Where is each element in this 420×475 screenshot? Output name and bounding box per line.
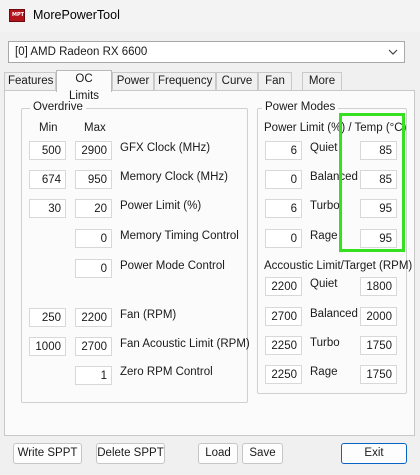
acoustic-quiet-target-input[interactable]: 1800 [360,277,397,296]
gpu-select[interactable]: [0] AMD Radeon RX 6600 [8,41,405,63]
tab-frequency[interactable]: Frequency [154,72,216,91]
acoustic-quiet-limit-input[interactable]: 2200 [265,277,302,296]
memory-clock-min-input[interactable]: 674 [29,170,66,189]
gpu-select-value: [0] AMD Radeon RX 6600 [15,46,148,58]
fan-acoustic-limit-label: Fan Acoustic Limit (RPM) [120,338,250,350]
power-mode-control-input[interactable]: 0 [75,259,112,278]
power-mode-control-label: Power Mode Control [120,260,225,272]
fan-rpm-label: Fan (RPM) [120,309,177,321]
power-limit-label: Power Limit (%) [120,200,202,212]
acoustic-turbo-label: Turbo [310,337,340,349]
acoustic-rage-target-input[interactable]: 1750 [360,365,397,384]
gfx-clock-label: GFX Clock (MHz) [120,142,211,154]
zero-rpm-control-label: Zero RPM Control [120,366,213,378]
max-header: Max [84,122,106,134]
tab-more[interactable]: More [302,72,342,91]
quiet-power-input[interactable]: 6 [265,141,302,160]
acoustic-turbo-target-input[interactable]: 1750 [360,336,397,355]
power-limit-min-input[interactable]: 30 [29,199,66,218]
rage-label: Rage [310,230,338,242]
power-modes-title: Power Modes [262,101,339,113]
memory-clock-label: Memory Clock (MHz) [120,171,228,183]
exit-button[interactable]: Exit [341,443,407,464]
tab-curve[interactable]: Curve [216,72,258,91]
delete-sppt-button[interactable]: Delete SPPT [96,443,165,464]
chevron-down-icon [388,49,398,55]
zero-rpm-control-input[interactable]: 1 [75,366,112,385]
write-sppt-button[interactable]: Write SPPT [13,443,82,464]
tab-oc-limits[interactable]: OC Limits [56,70,112,102]
memory-clock-max-input[interactable]: 950 [75,170,112,189]
gfx-clock-max-input[interactable]: 2900 [75,141,112,160]
rage-power-input[interactable]: 0 [265,229,302,248]
acoustic-balanced-target-input[interactable]: 2000 [360,307,397,326]
window-title: MorePowerTool [33,8,120,22]
load-button[interactable]: Load [198,443,238,464]
acoustic-rage-label: Rage [310,366,338,378]
acoustic-balanced-label: Balanced [310,308,358,320]
fan-rpm-max-input[interactable]: 2200 [75,308,112,327]
tab-features[interactable]: Features [4,72,56,91]
app-logo-icon: MPT [9,9,25,22]
acoustic-balanced-limit-input[interactable]: 2700 [265,307,302,326]
power-limit-max-input[interactable]: 20 [75,199,112,218]
turbo-power-input[interactable]: 6 [265,199,302,218]
quiet-label: Quiet [310,142,338,154]
fan-acoustic-limit-min-input[interactable]: 1000 [29,337,66,356]
fan-rpm-min-input[interactable]: 250 [29,308,66,327]
tab-fan[interactable]: Fan [258,72,292,91]
acoustic-quiet-label: Quiet [310,278,338,290]
temp-column-highlight [339,113,405,252]
min-header: Min [39,122,58,134]
gfx-clock-min-input[interactable]: 500 [29,141,66,160]
memory-timing-control-input[interactable]: 0 [75,229,112,248]
tab-power[interactable]: Power [112,72,154,91]
save-button[interactable]: Save [242,443,283,464]
balanced-power-input[interactable]: 0 [265,170,302,189]
turbo-label: Turbo [310,200,340,212]
acoustic-turbo-limit-input[interactable]: 2250 [265,336,302,355]
tab-bar: Features OC Limits Power Frequency Curve… [0,70,420,102]
title-bar: MPT MorePowerTool [0,0,420,32]
memory-timing-control-label: Memory Timing Control [120,230,239,242]
acoustic-rage-limit-input[interactable]: 2250 [265,365,302,384]
acoustic-header: Accoustic Limit/Target (RPM) [264,260,413,272]
fan-acoustic-limit-max-input[interactable]: 2700 [75,337,112,356]
